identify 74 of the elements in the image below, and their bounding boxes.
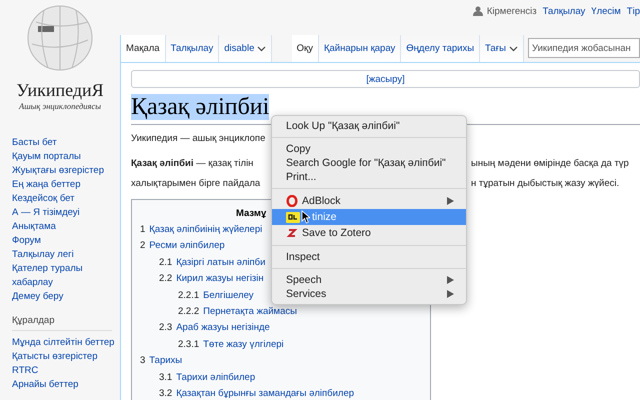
menu-item[interactable]: Look Up "Қазақ әліпбиі" — [272, 119, 466, 133]
tab[interactable]: disable — [219, 35, 272, 62]
article-text: халықтарымен бірге пайдала — [131, 177, 262, 191]
search-field[interactable]: Уикипедия жобасынан — [528, 38, 640, 58]
tab[interactable]: Оқу — [292, 35, 319, 62]
toc-link[interactable]: Пернетақта жаймасы — [203, 304, 297, 320]
sidebar-link[interactable]: Арнайы беттер — [12, 378, 116, 392]
toc-number: 2.2.1 — [178, 288, 200, 303]
toc-number: 2.3.1 — [178, 338, 200, 352]
tab[interactable]: Қайнарын қарау — [318, 35, 402, 62]
article-text: ының мәдени өмірінде басқа да түр — [471, 157, 629, 171]
sidebar-link[interactable]: Қауым порталы — [12, 150, 116, 164]
sidebar-link[interactable]: Талқылау легі — [12, 248, 116, 262]
toc-number: 2.3 — [159, 321, 172, 336]
sidebar-link[interactable]: Қателер туралы хабарлау — [12, 262, 116, 290]
tab[interactable]: Өңделу тарихы — [401, 35, 480, 62]
sidebar-link[interactable]: Кездейсоқ бет — [12, 192, 116, 206]
toc-link[interactable]: Тарихы — [149, 353, 182, 370]
menu-item[interactable]: Copy — [272, 142, 466, 156]
sidebar-link[interactable]: Форум — [12, 234, 116, 248]
wiki-logo-subtitle: Ашық энциклопедиясы — [19, 101, 101, 111]
tab[interactable]: Тағы — [480, 35, 524, 62]
menu-item[interactable]: Print... — [272, 170, 466, 184]
ring-icon — [286, 195, 298, 207]
sidebar-link[interactable]: Қатысты өзгерістер — [12, 350, 116, 364]
personal-link[interactable]: Үлесім — [591, 6, 621, 16]
article-title: Қазақ әліпбиі — [131, 94, 270, 120]
personal-link[interactable]: Тір — [626, 6, 640, 16]
toc-number: 2.2.2 — [178, 305, 200, 320]
personal-link[interactable]: Кірмегенсіз — [486, 6, 537, 16]
toc-number: 1 — [140, 223, 146, 237]
toc-link[interactable]: Қазақтан бұрынғы замандағы әліпбилер — [176, 386, 354, 400]
sidebar-link[interactable]: Демеу беру — [12, 290, 116, 304]
tab[interactable]: Талқылау — [166, 35, 220, 62]
toc-number: 2 — [140, 239, 146, 254]
menu-item[interactable]: AdBlock — [272, 193, 466, 209]
toc-link[interactable]: Қазақ әліпбиінің жүйелері — [149, 222, 262, 238]
letter-z-icon — [286, 227, 298, 239]
hide-link[interactable]: [жасыру] — [366, 74, 405, 84]
menu-item[interactable]: Save to Zotero — [272, 225, 466, 241]
toc-link[interactable]: Белгішелеу — [203, 288, 254, 304]
sidebar-link[interactable]: Жуықтағы өзгерістер — [12, 164, 116, 178]
sidebar-link[interactable]: Басты бет — [12, 136, 116, 150]
user-icon — [472, 6, 483, 16]
menu-item[interactable]: Speech — [272, 273, 466, 287]
mouse-cursor-icon — [301, 210, 310, 224]
toc-number: 3.1 — [159, 370, 172, 385]
toc-link[interactable]: Тарихи әліпбилер — [176, 370, 256, 386]
sidebar-link[interactable]: А — Я тізімдеуі — [12, 206, 116, 220]
menu-item[interactable]: Search Google for "Қазақ әліпбиі" — [272, 156, 466, 170]
toc-link[interactable]: Төте жазу үлгілері — [203, 336, 284, 354]
sidebar-link[interactable]: Ең жаңа беттер — [12, 178, 116, 192]
sidebar-link[interactable]: Анықтама — [12, 220, 116, 234]
toc-title: Мазмұ — [236, 207, 266, 221]
toc-link[interactable]: Кирил жазуы негізін — [176, 271, 264, 288]
toc-number: 2.1 — [159, 256, 172, 270]
wiki-logo-title: УикипедиЯ — [16, 80, 104, 101]
toc-link[interactable]: Ресми әліпбилер — [149, 238, 225, 255]
sidebar-link[interactable]: RTRC — [12, 364, 116, 378]
tag-icon — [286, 212, 300, 222]
toc-number: 3 — [140, 354, 146, 368]
toc-link[interactable]: Қазіргі латын әліпби — [176, 254, 266, 272]
article-text: Уикипедия — ашық энциклопе — [131, 132, 266, 146]
toc-number: 2.2 — [159, 272, 172, 286]
sidebar-heading: Құралдар — [12, 314, 112, 331]
toc-number: 3.2 — [159, 387, 172, 400]
article-text: Қазақ әліпбиі — қазақ тілін — [131, 157, 254, 171]
sidebar-link[interactable]: Мұнда сілтейтін беттер — [12, 336, 116, 350]
article-text: н тұратын дыбыстық жазу жүйесі. — [471, 177, 620, 191]
personal-link[interactable]: Талқылау — [542, 6, 586, 16]
toc-link[interactable]: Араб жазуы негізінде — [176, 320, 270, 337]
menu-item[interactable]: Inspect — [272, 250, 466, 264]
menu-item[interactable]: Services — [272, 287, 466, 301]
tab[interactable]: Мақала — [120, 35, 166, 62]
